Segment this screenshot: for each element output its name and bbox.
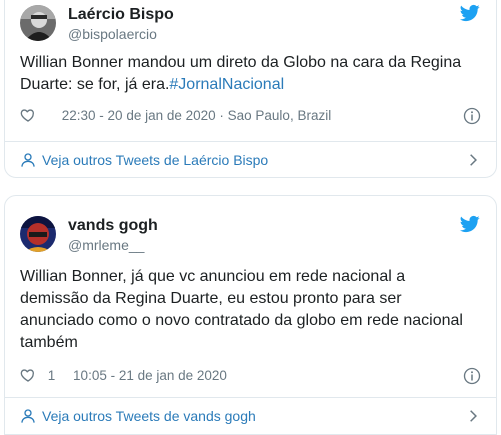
like-count: 1 (47, 368, 56, 383)
tweet-text: Willian Bonner, já que vc anunciou em re… (20, 266, 481, 354)
tweet-timestamp[interactable]: 22:30 - 20 de jan de 2020 · Sao Paulo, B… (62, 108, 331, 123)
avatar[interactable] (20, 5, 56, 41)
twitter-bird-icon[interactable] (459, 3, 481, 23)
author-handle[interactable]: @mrleme__ (68, 236, 158, 254)
user-icon (21, 409, 35, 423)
tweet-body: Willian Bonner, já que vc anunciou em re… (20, 268, 463, 351)
more-tweets-label[interactable]: Veja outros Tweets de vands gogh (42, 398, 256, 434)
author-name[interactable]: Laércio Bispo (68, 5, 174, 25)
more-tweets-link[interactable]: Veja outros Tweets de Laércio Bispo (5, 141, 496, 177)
avatar[interactable] (20, 216, 56, 252)
twitter-bird-icon[interactable] (459, 214, 481, 234)
heart-icon[interactable] (20, 367, 36, 383)
tweet-meta: 22:30 - 20 de jan de 2020 · Sao Paulo, B… (20, 106, 481, 126)
tweet-timestamp[interactable]: 10:05 - 21 de jan de 2020 (73, 368, 227, 383)
info-icon[interactable] (463, 107, 481, 125)
author-handle[interactable]: @bispolaercio (68, 25, 174, 43)
tweet-card: Laércio Bispo @bispolaercio Willian Bonn… (4, 0, 497, 178)
heart-icon[interactable] (20, 107, 36, 123)
more-tweets-label[interactable]: Veja outros Tweets de Laércio Bispo (42, 142, 268, 177)
more-tweets-link[interactable]: Veja outros Tweets de vands gogh (5, 397, 496, 434)
hashtag-link[interactable]: #JornalNacional (169, 76, 284, 93)
info-icon[interactable] (463, 367, 481, 385)
chevron-right-icon[interactable] (466, 409, 480, 423)
chevron-right-icon[interactable] (466, 153, 480, 167)
tweet-header: vands gogh @mrleme__ (20, 212, 481, 260)
author-name[interactable]: vands gogh (68, 216, 158, 236)
user-icon (21, 153, 35, 167)
tweet-meta: 1 10:05 - 21 de jan de 2020 (20, 366, 481, 386)
tweet-header: Laércio Bispo @bispolaercio (20, 1, 481, 49)
tweet-text: Willian Bonner mandou um direto da Globo… (20, 52, 481, 96)
tweet-card: vands gogh @mrleme__ Willian Bonner, já … (4, 195, 497, 435)
